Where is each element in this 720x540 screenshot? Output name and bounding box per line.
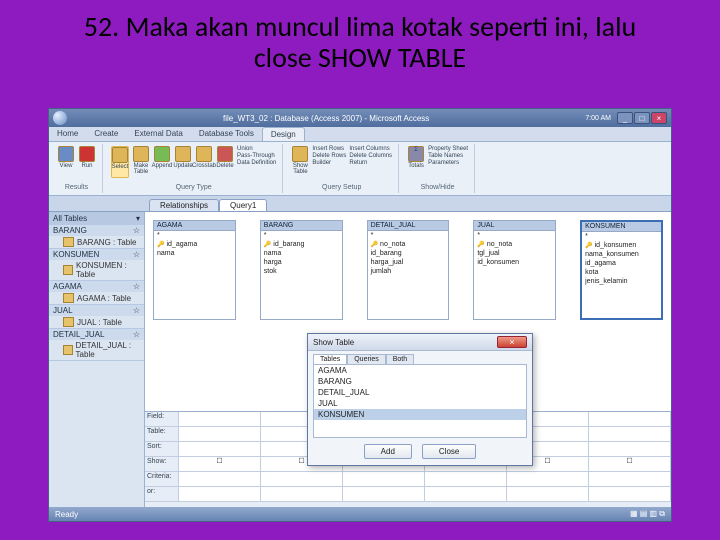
tab-external-data[interactable]: External Data — [126, 127, 190, 141]
nav-group-barang[interactable]: BARANG☆ — [49, 225, 144, 236]
doc-tab-query1[interactable]: Query1 — [219, 199, 267, 211]
minimize-button[interactable]: _ — [617, 112, 633, 124]
col-ops[interactable]: Insert ColumnsDelete ColumnsReturn — [349, 146, 392, 178]
dialog-title: Show Table — [313, 338, 354, 347]
add-button[interactable]: Add — [364, 444, 412, 459]
view-button[interactable]: View — [57, 146, 75, 178]
table-box-detailjual[interactable]: DETAIL_JUAL * no_nota id_barang harga_ju… — [367, 220, 450, 320]
doc-tab-relationships[interactable]: Relationships — [149, 199, 219, 211]
nav-group-agama[interactable]: AGAMA☆ — [49, 281, 144, 292]
table-box-jual[interactable]: JUAL * no_nota tgl_jual id_konsumen — [473, 220, 556, 320]
run-button[interactable]: Run — [78, 146, 96, 178]
show-table-button[interactable]: Show Table — [291, 146, 309, 178]
access-window: file_WT3_02 : Database (Access 2007) - M… — [48, 108, 672, 522]
office-orb-icon[interactable] — [53, 111, 67, 125]
tab-database-tools[interactable]: Database Tools — [191, 127, 262, 141]
dialog-tab-both[interactable]: Both — [386, 354, 414, 364]
showhide-ops[interactable]: Property SheetTable NamesParameters — [428, 146, 468, 178]
document-tabs: Relationships Query1 — [49, 196, 671, 212]
dialog-tab-queries[interactable]: Queries — [347, 354, 386, 364]
grid-row-field: Field: — [145, 412, 179, 427]
tab-design[interactable]: Design — [262, 127, 305, 141]
show-table-dialog: Show Table × Tables Queries Both AGAMA B… — [307, 333, 533, 466]
view-shortcuts[interactable]: ▦ ▤ ▥ ⧉ — [630, 509, 665, 519]
append-button[interactable]: Append — [153, 146, 171, 178]
close-window-button[interactable]: × — [651, 112, 667, 124]
row-ops[interactable]: Insert RowsDelete RowsBuilder — [312, 146, 346, 178]
ribbon: View Run Results Select Make Table Appen… — [49, 142, 671, 196]
grid-col[interactable]: ☐ — [589, 412, 671, 507]
ribbon-group-querysetup: Query Setup — [291, 184, 392, 191]
list-item[interactable]: BARANG — [314, 376, 526, 387]
grid-row-sort: Sort: — [145, 442, 179, 457]
ribbon-group-querytype: Query Type — [111, 184, 276, 191]
nav-group-konsumen[interactable]: KONSUMEN☆ — [49, 249, 144, 260]
nav-header[interactable]: All Tables▾ — [49, 212, 144, 225]
update-button[interactable]: Update — [174, 146, 192, 178]
nav-item-barang-table[interactable]: BARANG : Table — [49, 236, 144, 248]
window-title: file_WT3_02 : Database (Access 2007) - M… — [73, 114, 579, 123]
list-item[interactable]: DETAIL_JUAL — [314, 387, 526, 398]
tab-create[interactable]: Create — [86, 127, 126, 141]
grid-row-show: Show: — [145, 457, 179, 472]
ribbon-group-showhide: Show/Hide — [407, 184, 468, 191]
nav-item-jual-table[interactable]: JUAL : Table — [49, 316, 144, 328]
delete-query-button[interactable]: Delete — [216, 146, 234, 178]
list-item[interactable]: JUAL — [314, 398, 526, 409]
nav-item-konsumen-table[interactable]: KONSUMEN : Table — [49, 260, 144, 280]
clock: 7:00 AM — [585, 115, 611, 122]
list-item-selected[interactable]: KONSUMEN — [314, 409, 526, 420]
make-table-button[interactable]: Make Table — [132, 146, 150, 178]
maximize-button[interactable]: □ — [634, 112, 650, 124]
dialog-table-list[interactable]: AGAMA BARANG DETAIL_JUAL JUAL KONSUMEN — [313, 364, 527, 438]
totals-button[interactable]: ΣTotals — [407, 146, 425, 178]
tab-home[interactable]: Home — [49, 127, 86, 141]
slide-title: 52. Maka akan muncul lima kotak seperti … — [0, 0, 720, 80]
chevron-down-icon[interactable]: ▾ — [136, 214, 140, 223]
status-bar: Ready ▦ ▤ ▥ ⧉ — [49, 507, 671, 521]
grid-row-criteria: Criteria: — [145, 472, 179, 487]
table-box-agama[interactable]: AGAMA * id_agama nama — [153, 220, 236, 320]
crosstab-button[interactable]: Crosstab — [195, 146, 213, 178]
table-box-barang[interactable]: BARANG * id_barang nama harga stok — [260, 220, 343, 320]
nav-item-detailjual-table[interactable]: DETAIL_JUAL : Table — [49, 340, 144, 360]
ribbon-group-results: Results — [57, 184, 96, 191]
nav-item-agama-table[interactable]: AGAMA : Table — [49, 292, 144, 304]
table-box-konsumen[interactable]: KONSUMEN * id_konsumen nama_konsumen id_… — [580, 220, 663, 320]
select-query-button[interactable]: Select — [111, 146, 129, 178]
close-button[interactable]: Close — [422, 444, 476, 459]
ribbon-tabs: Home Create External Data Database Tools… — [49, 127, 671, 142]
nav-group-jual[interactable]: JUAL☆ — [49, 305, 144, 316]
titlebar: file_WT3_02 : Database (Access 2007) - M… — [49, 109, 671, 127]
navigation-pane: All Tables▾ BARANG☆BARANG : Table KONSUM… — [49, 212, 145, 507]
dialog-tab-tables[interactable]: Tables — [313, 354, 347, 364]
list-item[interactable]: AGAMA — [314, 365, 526, 376]
grid-row-or: or: — [145, 487, 179, 502]
nav-group-detailjual[interactable]: DETAIL_JUAL☆ — [49, 329, 144, 340]
advanced-query-types[interactable]: UnionPass-ThroughData Definition — [237, 146, 276, 178]
grid-col[interactable]: ☐ — [179, 412, 261, 507]
dialog-close-button[interactable]: × — [497, 336, 527, 348]
grid-row-table: Table: — [145, 427, 179, 442]
